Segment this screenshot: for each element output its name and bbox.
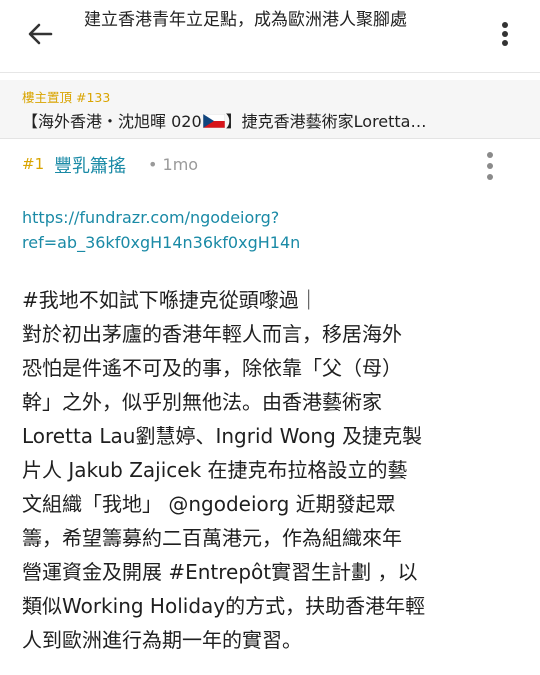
post-number: #1 [22,155,45,173]
more-vertical-icon [487,152,493,180]
pinned-text-part2: 】捷克香港藝術家Loretta… [225,112,427,131]
body-line: 片人 Jakub Zajicek 在捷克布拉格設立的藝 [22,458,408,482]
arrow-left-icon [28,23,53,45]
post-timestamp: • 1mo [148,155,199,174]
body-line: 人到歐洲進行為期一年的實習。 [22,628,302,652]
pinned-post-title: 【海外香港・沈旭暉 020 】捷克香港藝術家Loretta… [22,108,522,132]
pinned-text-part1: 【海外香港・沈旭暉 020 [22,112,202,131]
post-header: #1 豐乳簫搖 • 1mo [0,146,540,186]
body-line: 文組織「我地」 @ngodeiorg 近期發起眾 [22,492,396,516]
post-overflow-menu-button[interactable] [476,148,504,184]
post-body: #我地不如試下喺捷克從頭嚟過｜ 對於初出茅廬的香港年輕人而言，移居海外 恐怕是件… [22,283,522,657]
thread-title-container: 建立香港青年立足點，成為歐洲港人聚腳處 [84,6,464,34]
top-app-bar: 建立香港青年立足點，成為歐洲港人聚腳處 [0,0,540,73]
fundraising-link[interactable]: https://fundrazr.com/ngodeiorg? ref=ab_3… [22,205,522,255]
body-line: 類似Working Holiday的方式，扶助香港年輕 [22,594,426,618]
thread-title: 建立香港青年立足點，成為歐洲港人聚腳處 [84,10,407,30]
body-line: #我地不如試下喺捷克從頭嚟過｜ [22,288,319,312]
body-line: Loretta Lau劉慧婷、Ingrid Wong 及捷克製 [22,424,423,448]
post-author-link[interactable]: 豐乳簫搖 [54,152,126,178]
body-line: 籌，希望籌募約二百萬港元，作為組織來年 [22,526,402,550]
czech-flag-icon [202,114,225,128]
pinned-label: 樓主置頂 #133 [22,90,111,105]
body-line: 幹」之外，似乎別無他法。由香港藝術家 [22,390,382,414]
body-line: 對於初出茅廬的香港年輕人而言，移居海外 [22,322,402,346]
body-line: 營運資金及開展 #Entrepôt實習生計劃 ，以 [22,560,418,584]
overflow-menu-button[interactable] [490,14,520,54]
more-vertical-icon [502,22,508,46]
link-line-1: https://fundrazr.com/ngodeiorg? [22,208,280,227]
link-line-2: ref=ab_36kf0xgH14n36kf0xgH14n [22,233,301,252]
pinned-post-banner[interactable]: 樓主置頂 #133 【海外香港・沈旭暉 020 】捷克香港藝術家Loretta… [0,80,540,139]
body-line: 恐怕是件遙不可及的事，除依靠「父（母） [22,356,402,380]
back-button[interactable] [18,14,62,54]
